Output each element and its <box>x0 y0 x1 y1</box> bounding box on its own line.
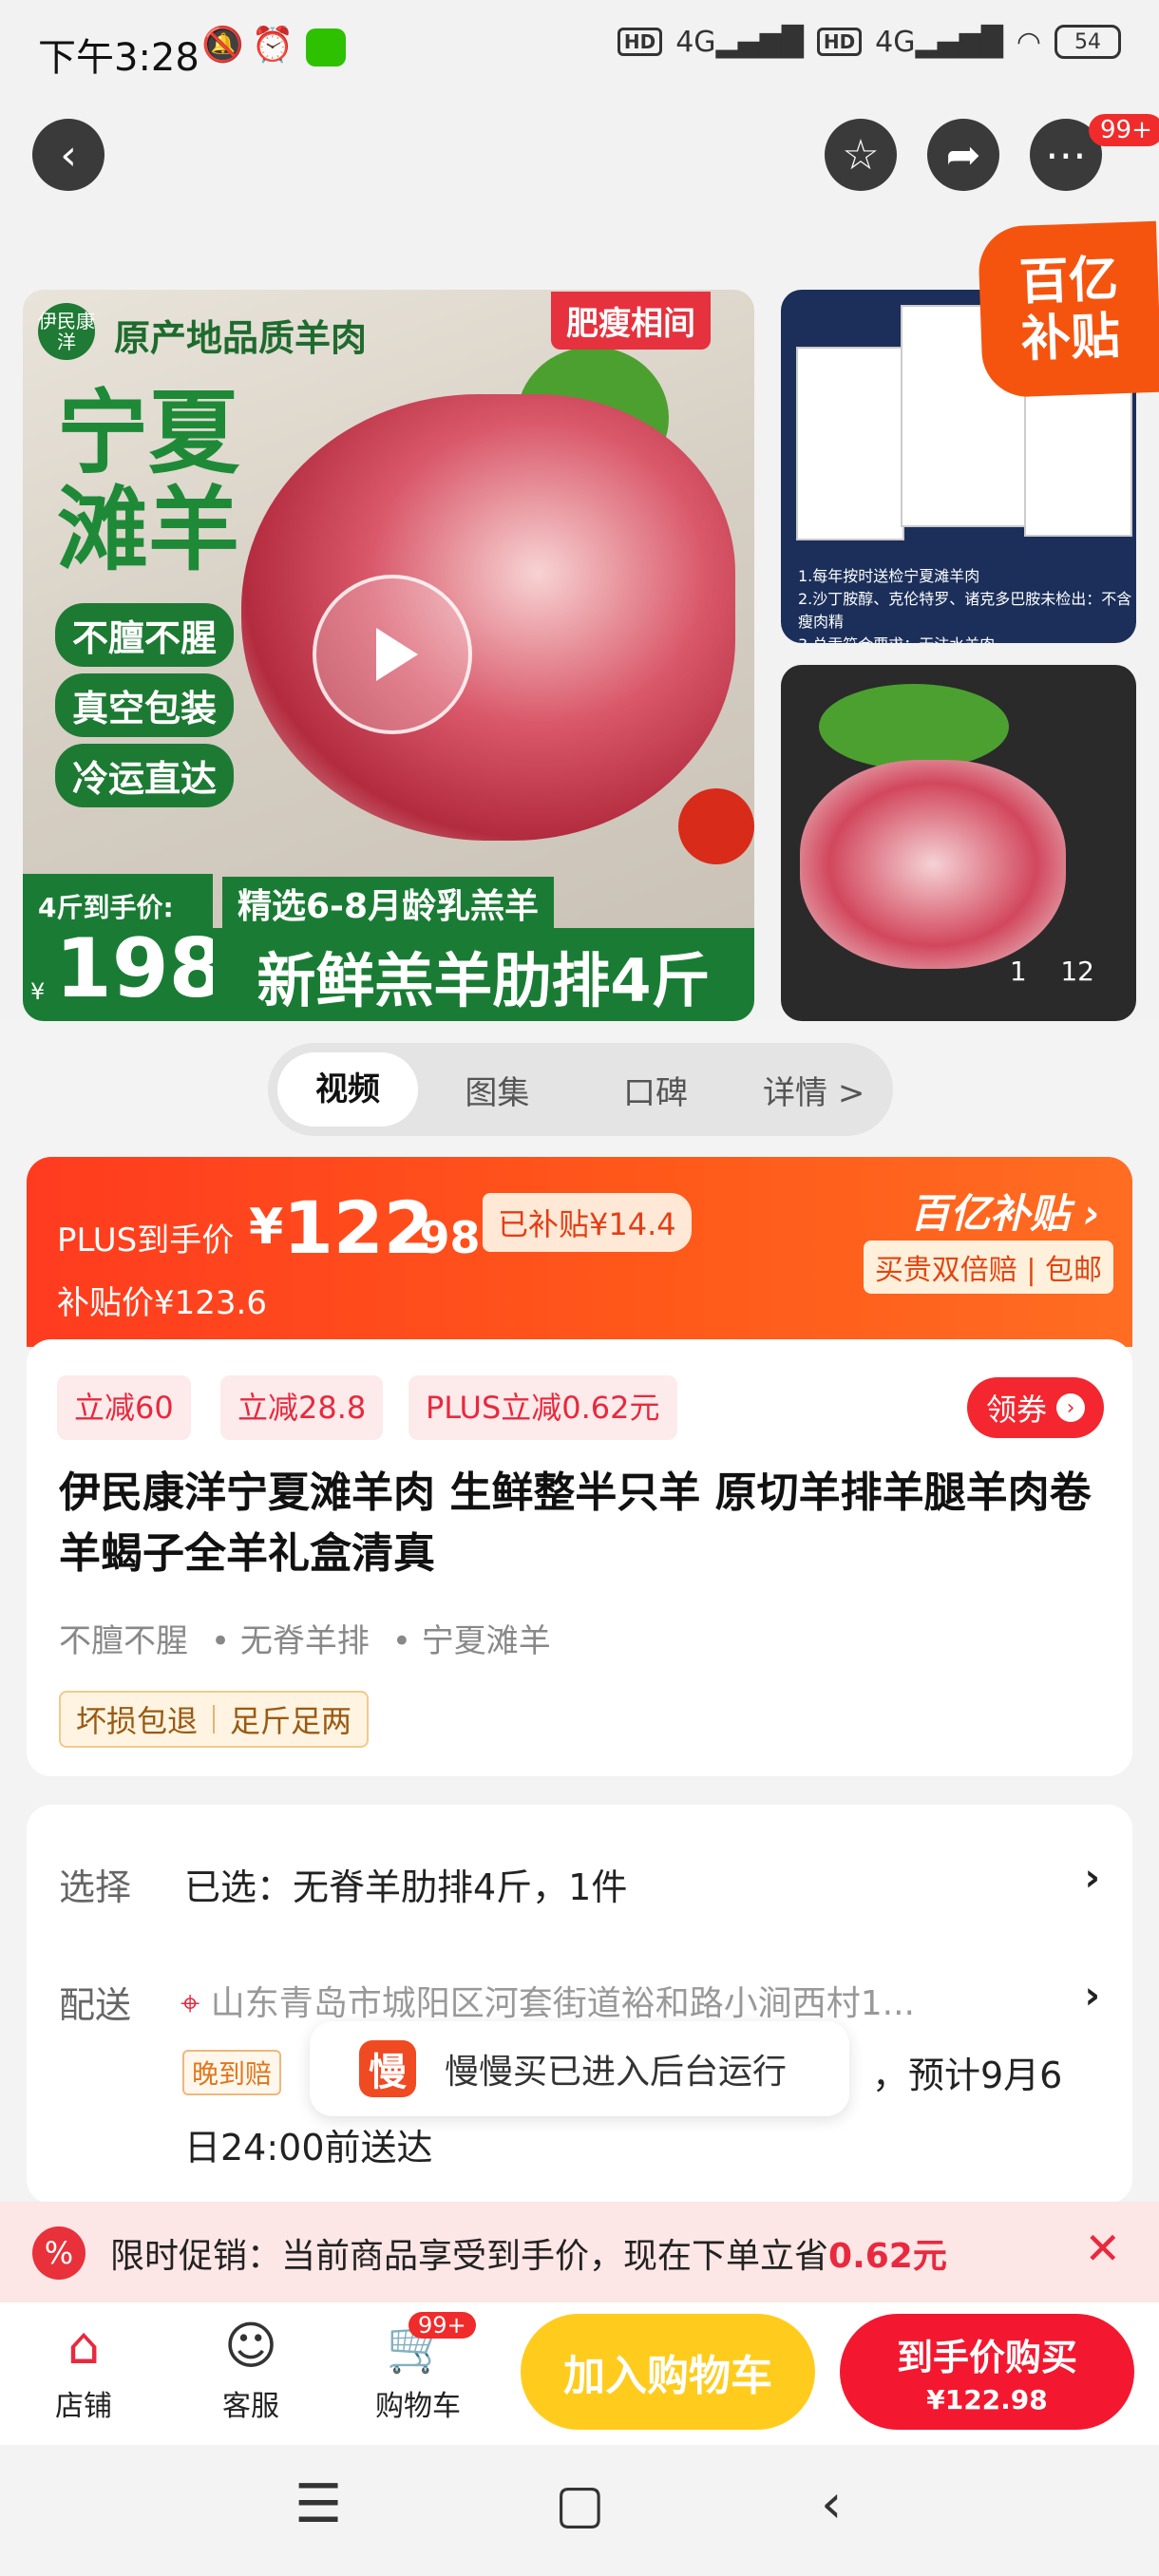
tab-video[interactable]: 视频 <box>277 1052 418 1127</box>
double-guarantee-tag: 买贵双倍赔 | 包邮 <box>863 1241 1113 1294</box>
service-tag: 坏损包退 <box>76 1703 199 1739</box>
status-right: HD 4G▂▄▆█ HD 4G▂▄▆█ ◠ 54 <box>617 25 1121 59</box>
product-title: 伊民康洋宁夏滩羊肉 生鲜整半只羊 原切羊排羊腿羊肉卷羊蝎子全羊礼盒清真 <box>59 1468 1092 1578</box>
attribute: 不膻不腥 <box>59 1622 188 1660</box>
delivery-eta: ，预计9月6 <box>872 2055 1063 2096</box>
subsidy-price: 补贴价¥123.6 <box>57 1284 267 1322</box>
product-info-card: 立减60 立减28.8 PLUS立减0.62元 领券 › 伊民康洋宁夏滩羊肉 生… <box>27 1339 1132 1776</box>
bottom-action-bar: ⌂ 店铺 ☺ 客服 🛒 购物车 99+ 加入购物车 到手价购买 ¥122.98 <box>0 2302 1159 2445</box>
limited-promo-text: 限时促销：当前商品享受到手价，现在下单立省0.62元 <box>110 2237 947 2276</box>
service-tag: 足斤足两 <box>230 1703 352 1739</box>
signal-icon-2: 4G▂▄▆█ <box>875 25 1003 59</box>
product-video-cover[interactable]: 伊民康洋 原产地品质羊肉 肥瘦相间 宁夏 滩羊 不膻不腥 真空包装 冷运直达 4… <box>23 290 754 1021</box>
play-button[interactable] <box>313 575 472 734</box>
service-tags[interactable]: 坏损包退 足斤足两 <box>59 1691 370 1748</box>
add-to-cart-button[interactable]: 加入购物车 <box>521 2314 815 2430</box>
tab-gallery[interactable]: 图集 <box>418 1067 577 1113</box>
mute-alarm-icons: 🔕⏰ <box>201 26 302 65</box>
ribs-image <box>800 760 1066 969</box>
fat-lean-tag: 肥瘦相间 <box>551 292 711 350</box>
battery-icon: 54 <box>1054 25 1121 59</box>
image-price-box: 4斤到手价: ¥ 198 <box>23 874 226 1021</box>
delivery-address[interactable]: ⌖ 山东青岛市城阳区河套街道裕和路小涧西村1... <box>180 1976 915 2025</box>
buy-now-button[interactable]: 到手价购买 ¥122.98 <box>840 2314 1134 2430</box>
share-icon: ➦ <box>945 130 981 180</box>
feature-tag: 冷运直达 <box>55 744 235 807</box>
price-decimal: .98 <box>403 1212 481 1263</box>
close-icon[interactable]: ✕ <box>1084 2223 1121 2274</box>
image-headline: 宁夏 滩羊 <box>57 380 239 583</box>
attribute: • 宁夏滩羊 <box>391 1622 551 1660</box>
wechat-icon <box>306 28 346 66</box>
store-icon: ⌂ <box>66 2316 101 2376</box>
report-page <box>796 347 904 540</box>
lamb-ribs-image <box>241 394 735 841</box>
menu-icon[interactable]: ☰ <box>294 2473 342 2535</box>
chevron-right-icon[interactable]: › <box>1085 1974 1100 2017</box>
feature-tag: 不膻不腥 <box>55 603 235 667</box>
brand-logo: 伊民康洋 <box>38 303 95 360</box>
plus-price-label: PLUS到手价 <box>57 1222 235 1260</box>
more-badge: 99+ <box>1089 114 1159 146</box>
background-toast: 慢 慢慢买已进入后台运行 <box>310 2021 849 2116</box>
smile-chat-icon: ☺ <box>223 2316 278 2376</box>
shop-button[interactable]: ⌂ 店铺 <box>17 2316 150 2424</box>
back-icon[interactable]: ‹ <box>821 2473 842 2535</box>
back-arrow-icon: ‹ <box>60 130 77 180</box>
select-label: 选择 <box>59 1866 132 1908</box>
favorite-button[interactable]: ☆ <box>825 119 897 191</box>
late-compensation-tag: 晚到赔 <box>182 2050 282 2095</box>
delivery-eta-line2: 日24:00前送达 <box>184 2127 433 2169</box>
attribute: • 无脊羊排 <box>211 1622 370 1660</box>
image-sub-banner: 精选6-8月龄乳羔羊 <box>222 877 555 930</box>
customer-service-button[interactable]: ☺ 客服 <box>184 2316 317 2424</box>
signal-icon: 4G▂▄▆█ <box>675 25 804 59</box>
toast-message: 慢慢买已进入后台运行 <box>445 2053 788 2092</box>
play-icon <box>376 628 418 681</box>
select-value[interactable]: 已选：无脊羊肋排4斤，1件 <box>184 1858 627 1910</box>
status-time: 下午3:28 <box>38 36 200 80</box>
image-counter: 1 12 <box>1009 956 1094 987</box>
image-main-banner: 新鲜羔羊肋排4斤 <box>213 928 754 1021</box>
price-promo-banner: PLUS到手价 ¥ 122 .98 已补贴¥14.4 补贴价¥123.6 百亿补… <box>27 1157 1132 1347</box>
price-yen: ¥ <box>249 1199 284 1256</box>
wifi-icon: ◠ <box>1016 25 1041 59</box>
ribs-thumbnail[interactable]: 1 12 <box>781 665 1136 1021</box>
location-pin-icon: ⌖ <box>180 1984 200 2023</box>
arrow-right-icon: › <box>1056 1393 1085 1422</box>
brand-slogan: 原产地品质羊肉 <box>114 317 368 359</box>
delivery-label: 配送 <box>59 1984 132 2026</box>
subsidy-saved-tag: 已补贴¥14.4 <box>483 1193 692 1252</box>
media-tabs: 视频 图集 口碑 详情 > <box>268 1043 893 1136</box>
back-button[interactable]: ‹ <box>32 119 104 191</box>
coupon-tag[interactable]: 立减60 <box>57 1375 191 1440</box>
star-icon: ☆ <box>842 130 880 180</box>
limited-promo-bar: % 限时促销：当前商品享受到手价，现在下单立省0.62元 ✕ <box>0 2202 1159 2302</box>
status-bar: 下午3:28 🔕⏰ HD 4G▂▄▆█ HD 4G▂▄▆█ ◠ 54 <box>0 0 1159 104</box>
yi-subsidy-badge: 百亿 补贴 <box>977 220 1159 399</box>
hd-icon-2: HD <box>816 28 863 56</box>
hd-icon: HD <box>617 28 663 56</box>
report-notes: 1.每年按时送检宁夏滩羊肉 2.沙丁胺醇、克伦特罗、诸克多巴胺未检出：不含瘦肉精… <box>798 567 1132 643</box>
more-dots-icon: ⋯ <box>1045 130 1087 180</box>
product-attributes: 不膻不腥 • 无脊羊排 • 宁夏滩羊 <box>59 1615 551 1661</box>
system-nav-bar: ☰ ▢ ‹ <box>0 2445 1159 2576</box>
share-button[interactable]: ➦ <box>927 119 999 191</box>
coupon-tag[interactable]: 立减28.8 <box>220 1375 384 1440</box>
herb-decoration <box>819 684 1009 769</box>
tab-reviews[interactable]: 口碑 <box>577 1067 735 1113</box>
coupon-tag[interactable]: PLUS立减0.62元 <box>408 1375 677 1440</box>
home-icon[interactable]: ▢ <box>555 2473 605 2535</box>
get-coupon-button[interactable]: 领券 › <box>966 1377 1104 1438</box>
feature-tag: 真空包装 <box>55 673 235 737</box>
yi-subsidy-link[interactable]: 百亿补贴 › <box>910 1182 1100 1240</box>
discount-icon: % <box>32 2226 86 2280</box>
tab-details[interactable]: 详情 > <box>734 1067 893 1113</box>
selection-card: 选择 已选：无脊羊肋排4斤，1件 › 配送 ⌖ 山东青岛市城阳区河套街道裕和路小… <box>27 1805 1132 2204</box>
cart-badge: 99+ <box>408 2312 476 2339</box>
manmanmai-app-icon: 慢 <box>359 2040 416 2097</box>
chevron-right-icon[interactable]: › <box>1085 1856 1100 1900</box>
tomato-decoration <box>678 788 754 864</box>
